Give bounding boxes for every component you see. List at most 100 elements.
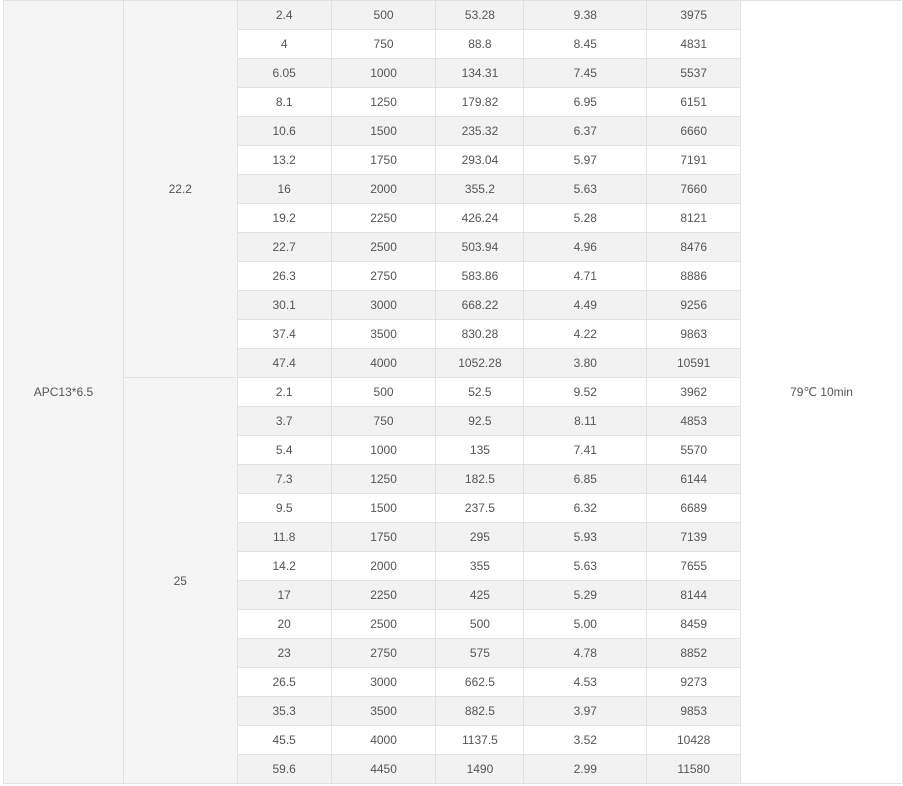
- efficiency-cell: 4.78: [523, 638, 648, 668]
- efficiency-cell: 3.80: [523, 348, 648, 378]
- thrust-cell: 9256: [646, 290, 742, 320]
- rpm-cell: 750: [330, 29, 437, 59]
- power-cell: 583.86: [435, 261, 525, 291]
- current-cell: 16: [236, 174, 332, 204]
- current-cell: 2.4: [236, 0, 332, 30]
- efficiency-cell: 9.52: [523, 377, 648, 407]
- current-cell: 47.4: [236, 348, 332, 378]
- rpm-cell: 3000: [330, 667, 437, 697]
- thrust-cell: 4831: [646, 29, 742, 59]
- thrust-cell: 8852: [646, 638, 742, 668]
- power-cell: 503.94: [435, 232, 525, 262]
- motor-test-data-table: APC13*6.5 22.2 2.4 500 53.28 9.38 3975 79℃ 10mi…: [3, 0, 903, 784]
- current-cell: 8.1: [236, 87, 332, 117]
- efficiency-cell: 4.49: [523, 290, 648, 320]
- thrust-cell: 6144: [646, 464, 742, 494]
- efficiency-cell: 4.22: [523, 319, 648, 349]
- rpm-cell: 1250: [330, 87, 437, 117]
- thrust-cell: 8121: [646, 203, 742, 233]
- power-cell: 92.5: [435, 406, 525, 436]
- efficiency-cell: 5.28: [523, 203, 648, 233]
- thrust-cell: 7191: [646, 145, 742, 175]
- current-cell: 26.3: [236, 261, 332, 291]
- efficiency-cell: 4.96: [523, 232, 648, 262]
- rpm-cell: 750: [330, 406, 437, 436]
- table-row: APC13*6.5 22.2 2.4 500 53.28 9.38 3975 79℃ 10mi…: [3, 0, 903, 784]
- propeller-cell: APC13*6.5: [3, 0, 124, 784]
- power-cell: 293.04: [435, 145, 525, 175]
- thrust-cell: 9273: [646, 667, 742, 697]
- efficiency-cell: 8.45: [523, 29, 648, 59]
- power-cell: 53.28: [435, 0, 525, 30]
- rpm-cell: 2250: [330, 580, 437, 610]
- thrust-cell: 5537: [646, 58, 742, 88]
- current-cell: 20: [236, 609, 332, 639]
- rpm-cell: 2500: [330, 232, 437, 262]
- current-cell: 19.2: [236, 203, 332, 233]
- power-cell: 882.5: [435, 696, 525, 726]
- rpm-cell: 1750: [330, 522, 437, 552]
- thrust-cell: 9853: [646, 696, 742, 726]
- efficiency-cell: 2.99: [523, 754, 648, 784]
- rpm-cell: 2750: [330, 261, 437, 291]
- rpm-cell: 4000: [330, 725, 437, 755]
- current-cell: 3.7: [236, 406, 332, 436]
- thrust-cell: 4853: [646, 406, 742, 436]
- efficiency-cell: 6.32: [523, 493, 648, 523]
- power-cell: 575: [435, 638, 525, 668]
- power-cell: 52.5: [435, 377, 525, 407]
- power-cell: 355.2: [435, 174, 525, 204]
- power-cell: 425: [435, 580, 525, 610]
- efficiency-cell: 6.85: [523, 464, 648, 494]
- current-cell: 37.4: [236, 319, 332, 349]
- efficiency-cell: 4.71: [523, 261, 648, 291]
- power-cell: 135: [435, 435, 525, 465]
- efficiency-cell: 5.00: [523, 609, 648, 639]
- thrust-cell: 7139: [646, 522, 742, 552]
- current-cell: 11.8: [236, 522, 332, 552]
- rpm-cell: 2500: [330, 609, 437, 639]
- rpm-cell: 1000: [330, 435, 437, 465]
- power-cell: 179.82: [435, 87, 525, 117]
- efficiency-cell: 4.53: [523, 667, 648, 697]
- rpm-cell: 2000: [330, 174, 437, 204]
- current-cell: 22.7: [236, 232, 332, 262]
- current-cell: 35.3: [236, 696, 332, 726]
- thrust-cell: 8886: [646, 261, 742, 291]
- rpm-cell: 2000: [330, 551, 437, 581]
- current-cell: 7.3: [236, 464, 332, 494]
- page: { "table": { "propeller": "APC13*6.5", "…: [0, 0, 903, 786]
- power-cell: 355: [435, 551, 525, 581]
- thrust-cell: 10428: [646, 725, 742, 755]
- current-cell: 23: [236, 638, 332, 668]
- power-cell: 182.5: [435, 464, 525, 494]
- power-cell: 500: [435, 609, 525, 639]
- thrust-cell: 5570: [646, 435, 742, 465]
- efficiency-cell: 3.97: [523, 696, 648, 726]
- thrust-cell: 6660: [646, 116, 742, 146]
- rpm-cell: 3500: [330, 696, 437, 726]
- thrust-cell: 11580: [646, 754, 742, 784]
- efficiency-cell: 5.93: [523, 522, 648, 552]
- rpm-cell: 500: [330, 0, 437, 30]
- rpm-cell: 3000: [330, 290, 437, 320]
- efficiency-cell: 5.29: [523, 580, 648, 610]
- current-cell: 5.4: [236, 435, 332, 465]
- thrust-cell: 8144: [646, 580, 742, 610]
- current-cell: 2.1: [236, 377, 332, 407]
- rpm-cell: 2750: [330, 638, 437, 668]
- rpm-cell: 1000: [330, 58, 437, 88]
- thrust-cell: 6151: [646, 87, 742, 117]
- efficiency-cell: 5.63: [523, 551, 648, 581]
- current-cell: 26.5: [236, 667, 332, 697]
- efficiency-cell: 6.95: [523, 87, 648, 117]
- efficiency-cell: 7.45: [523, 58, 648, 88]
- rpm-cell: 2250: [330, 203, 437, 233]
- current-cell: 17: [236, 580, 332, 610]
- current-cell: 30.1: [236, 290, 332, 320]
- efficiency-cell: 5.63: [523, 174, 648, 204]
- efficiency-cell: 5.97: [523, 145, 648, 175]
- thrust-cell: 7655: [646, 551, 742, 581]
- efficiency-cell: 6.37: [523, 116, 648, 146]
- thrust-cell: 8476: [646, 232, 742, 262]
